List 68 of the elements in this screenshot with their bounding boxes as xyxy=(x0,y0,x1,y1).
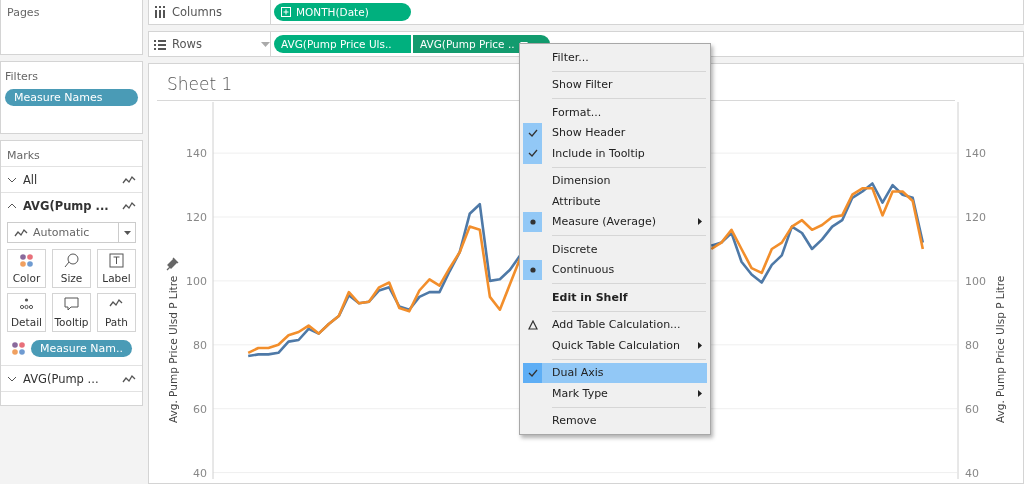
color-dots-icon xyxy=(19,253,34,268)
axis-tick-label: 140 xyxy=(965,147,986,161)
menu-item[interactable]: Attribute xyxy=(523,191,707,212)
menu-item[interactable]: Format... xyxy=(523,102,707,123)
menu-item[interactable]: Quick Table Calculation xyxy=(523,335,707,356)
menu-item[interactable]: Edit in Shelf xyxy=(523,287,707,308)
menu-item[interactable]: Dual Axis xyxy=(523,362,707,383)
color-dots-icon xyxy=(11,341,26,356)
menu-item[interactable]: Mark Type xyxy=(523,383,707,404)
expand-icon xyxy=(7,375,17,382)
axis-tick-label: 80 xyxy=(965,338,979,352)
submenu-arrow-icon xyxy=(698,389,702,397)
rows-icon xyxy=(154,38,166,50)
menu-item[interactable]: Show Header xyxy=(523,122,707,143)
menu-item[interactable]: Add Table Calculation... xyxy=(523,314,707,335)
axis-tick-label: 60 xyxy=(965,402,979,416)
axis-tick-label: 60 xyxy=(193,402,207,416)
mark-property-button[interactable]: Path xyxy=(97,293,136,332)
mark-property-button[interactable]: Detail xyxy=(7,293,46,332)
menu-item[interactable]: Include in Tooltip xyxy=(523,143,707,164)
mark-property-button[interactable]: Tooltip xyxy=(52,293,91,332)
pill-text: AVG(Pump Price .. xyxy=(420,38,515,50)
panel-title: Marks xyxy=(7,149,40,162)
axis-tick-label: 120 xyxy=(186,211,207,224)
axis-title: Avg. Pump Price Ulsp P Litre xyxy=(994,275,1006,423)
mark-property-button[interactable]: Label xyxy=(97,249,136,288)
triangle-icon xyxy=(527,319,538,330)
panel-title: Filters xyxy=(5,70,39,83)
submenu-arrow-icon xyxy=(698,341,702,349)
axis-title: Avg. Pump Price Ulsd P Litre xyxy=(167,275,179,423)
collapse-icon xyxy=(7,202,17,209)
mark-property-button[interactable]: Color xyxy=(7,249,46,288)
submenu-arrow-icon xyxy=(698,218,702,226)
card-label: AVG(Pump ... xyxy=(23,371,100,386)
card-label: AVG(Pump ... xyxy=(23,198,110,213)
menu-item[interactable]: Remove xyxy=(523,410,707,431)
mark-property-button[interactable]: Size xyxy=(52,249,91,288)
axis-tick-label: 40 xyxy=(965,466,979,479)
plus-box-icon xyxy=(281,7,291,17)
detail-icon xyxy=(19,297,34,312)
panel-title: Pages xyxy=(7,6,41,19)
marks-card-header[interactable]: All xyxy=(1,167,142,193)
dropdown-value: Automatic xyxy=(33,226,91,239)
pill-text: MONTH(Date) xyxy=(296,6,369,18)
columns-icon xyxy=(154,6,166,18)
menu-item[interactable]: Measure (Average) xyxy=(523,211,707,232)
speech-bubble-icon xyxy=(64,297,79,312)
size-icon xyxy=(64,253,79,268)
axis-tick-label: 40 xyxy=(193,466,207,479)
axis-tick-label: 120 xyxy=(965,211,986,224)
menu-item[interactable]: Discrete xyxy=(523,239,707,260)
menu-item[interactable]: Dimension xyxy=(523,170,707,191)
card-label: All xyxy=(23,172,39,187)
menu-item[interactable]: Continuous xyxy=(523,259,707,280)
label-icon xyxy=(109,253,124,268)
axis-tick-label: 80 xyxy=(193,338,207,352)
expand-icon xyxy=(7,176,17,183)
shelf-label: Rows xyxy=(172,37,203,51)
mark-type-dropdown[interactable]: Automatic xyxy=(7,222,136,243)
axis-tick-label: 100 xyxy=(965,274,986,288)
axis-tick-label: 100 xyxy=(186,274,207,288)
menu-item[interactable]: Show Filter xyxy=(523,74,707,95)
marks-card-header[interactable]: AVG(Pump ... xyxy=(1,366,142,392)
shelf-label: Columns xyxy=(172,5,224,19)
pill-text: AVG(Pump Price Uls.. xyxy=(281,38,392,50)
axis-tick-label: 140 xyxy=(186,147,207,161)
marks-card-header[interactable]: AVG(Pump ... xyxy=(1,193,142,218)
pin-icon xyxy=(166,257,179,271)
